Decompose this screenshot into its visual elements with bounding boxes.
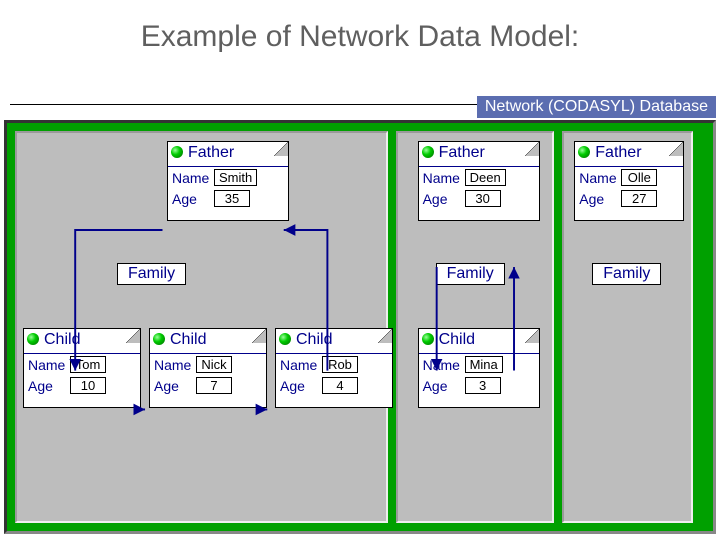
record-father: Father NameDeen Age30 bbox=[418, 141, 540, 221]
panel-col-3: Father NameOlle Age27 Family bbox=[562, 131, 693, 523]
set-label: Family bbox=[592, 263, 661, 285]
database-frame: Father NameSmith Age35 Family Child Name… bbox=[4, 120, 716, 534]
record-father: Father NameOlle Age27 bbox=[574, 141, 684, 221]
diagram: Network (CODASYL) Database Father NameSm… bbox=[4, 120, 716, 534]
record-child: Child NameRob Age4 bbox=[275, 328, 393, 408]
bullet-icon bbox=[153, 333, 165, 345]
record-child: Child NameTom Age10 bbox=[23, 328, 141, 408]
database-title: Network (CODASYL) Database bbox=[477, 96, 716, 118]
page-title: Example of Network Data Model: bbox=[0, 0, 720, 70]
bullet-icon bbox=[171, 146, 183, 158]
record-father: Father NameSmith Age35 bbox=[167, 141, 289, 221]
bullet-icon bbox=[422, 333, 434, 345]
panel-col-2: Father NameDeen Age30 Family Child NameM… bbox=[396, 131, 555, 523]
set-label: Family bbox=[117, 263, 186, 285]
set-label: Family bbox=[436, 263, 505, 285]
record-child: Child NameNick Age7 bbox=[149, 328, 267, 408]
panel-col-1: Father NameSmith Age35 Family Child Name… bbox=[15, 131, 388, 523]
bullet-icon bbox=[422, 146, 434, 158]
record-child: Child NameMina Age3 bbox=[418, 328, 540, 408]
bullet-icon bbox=[279, 333, 291, 345]
bullet-icon bbox=[578, 146, 590, 158]
bullet-icon bbox=[27, 333, 39, 345]
